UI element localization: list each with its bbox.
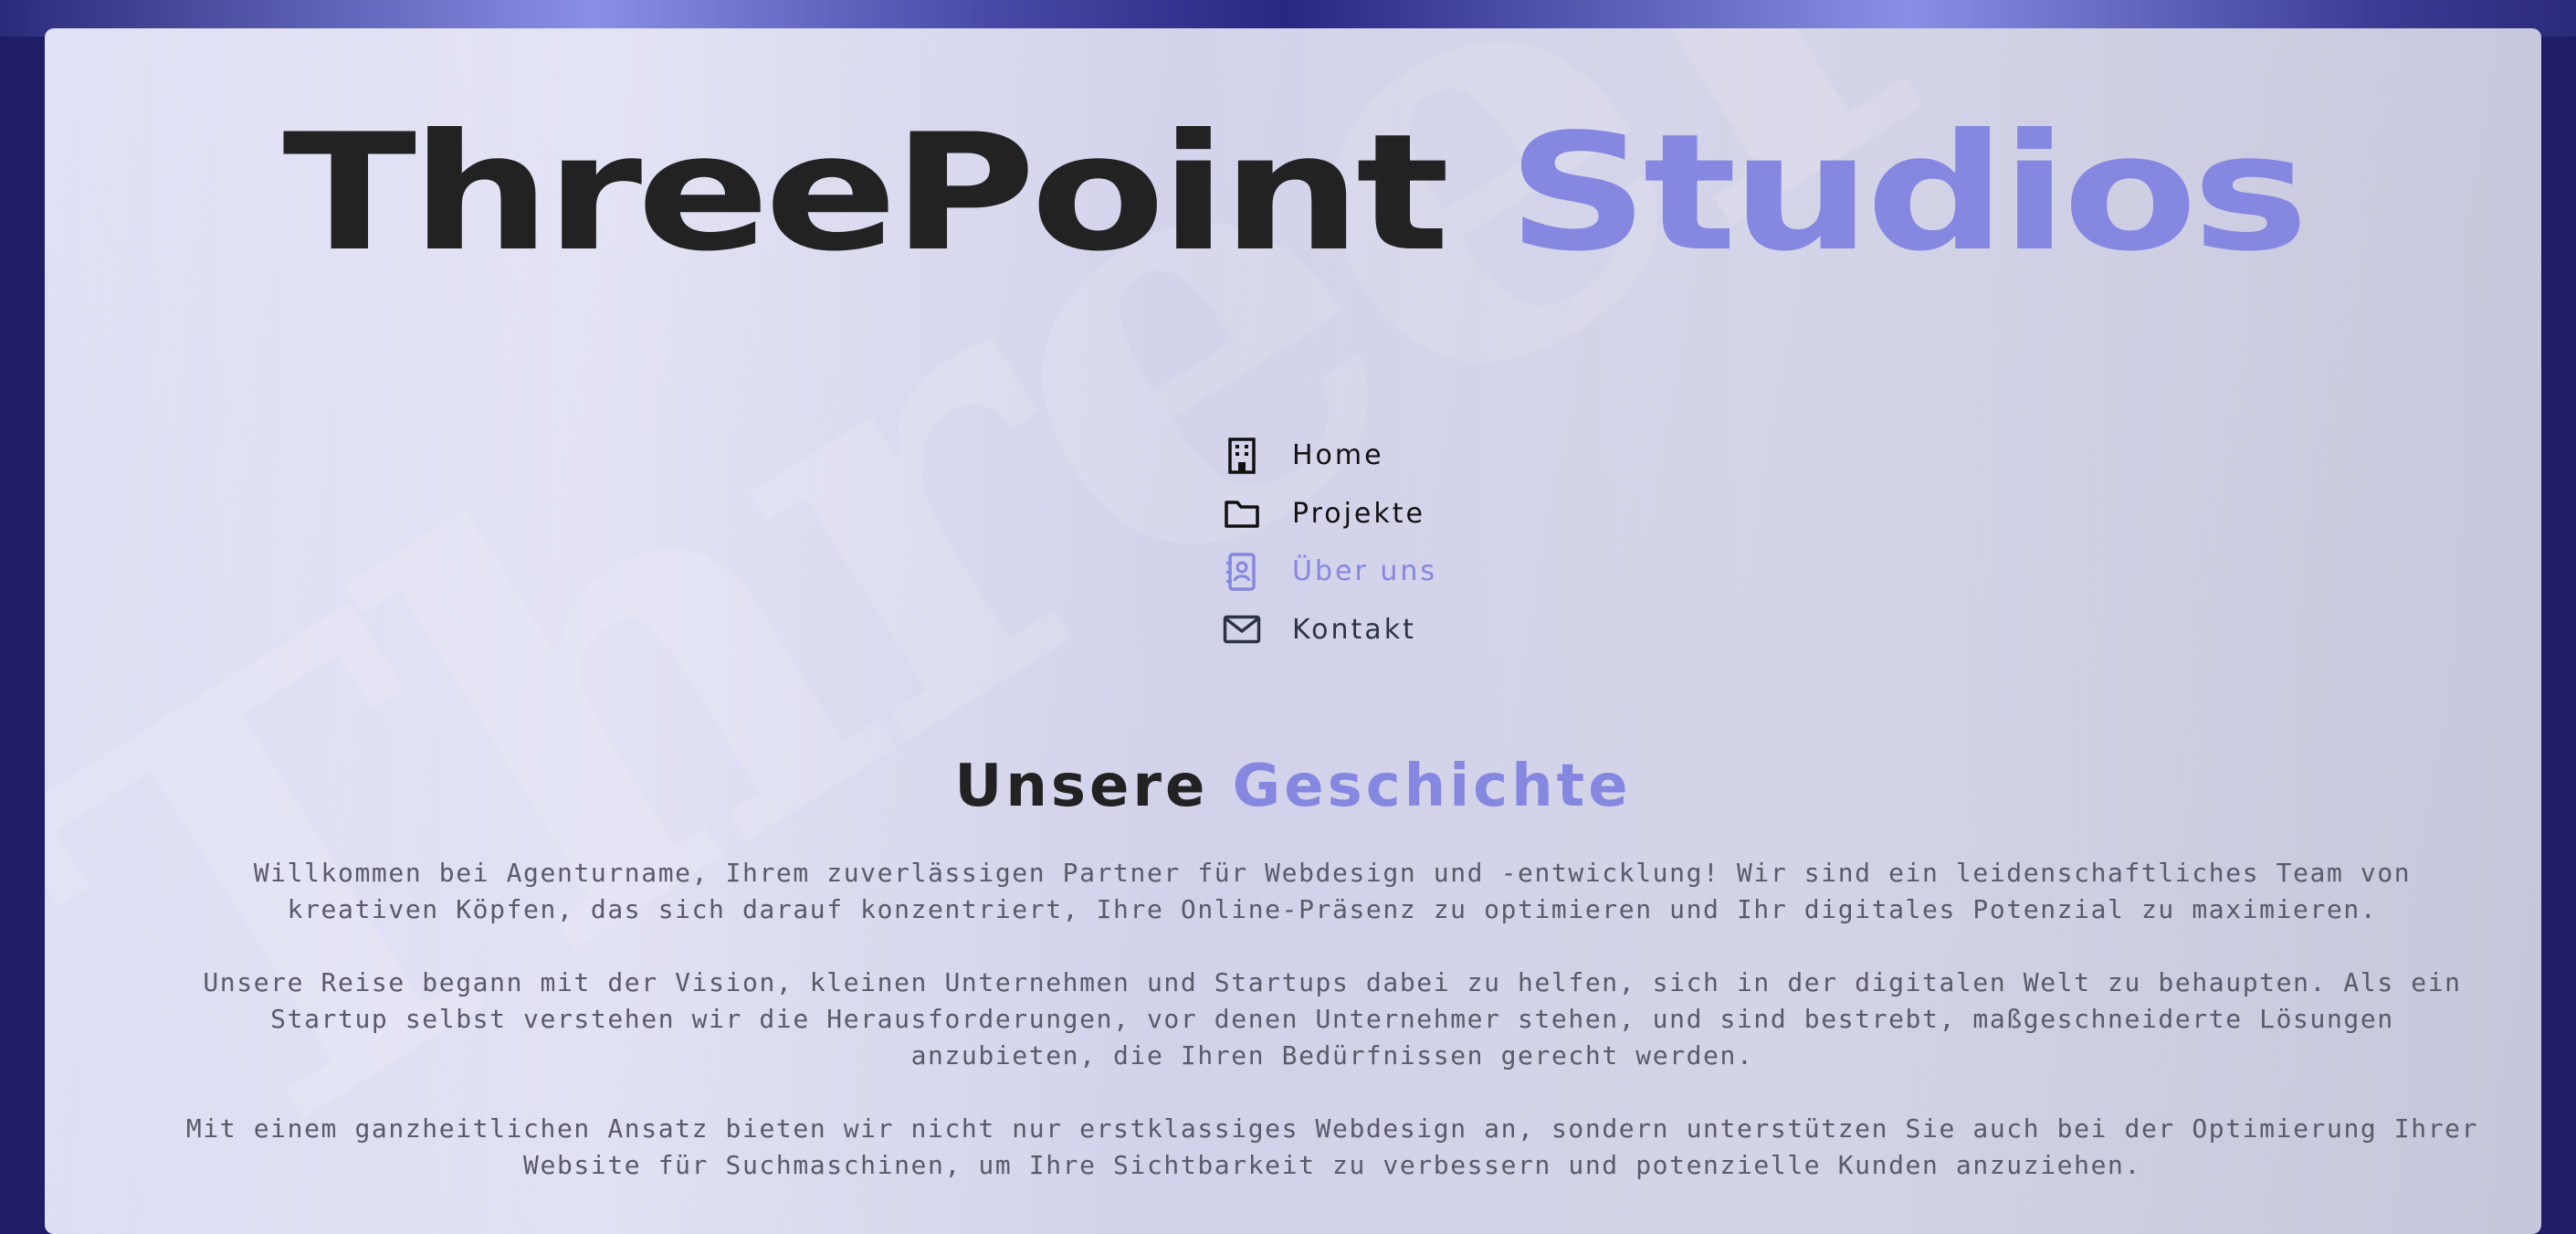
envelope-icon — [1223, 610, 1261, 649]
logo-part1: ThreePoint — [282, 98, 1449, 287]
nav-label-home: Home — [1292, 439, 1384, 472]
section-title: Unsere Geschichte — [45, 743, 2541, 830]
logo-part2: Studios — [1507, 98, 2309, 287]
nav-label-projekte: Projekte — [1292, 497, 1425, 530]
address-book-icon — [1223, 553, 1261, 591]
main-navigation: Home Projekte Über uns Kontakt — [1223, 427, 1588, 659]
nav-item-ueber-uns[interactable]: Über uns — [1223, 543, 1588, 601]
paragraph-2: Unsere Reise begann mit der Vision, klei… — [203, 967, 2462, 1071]
paragraph-1: Willkommen bei Agenturname, Ihrem zuverl… — [253, 858, 2412, 924]
main-panel: ThreePoint ThreePoint Studios Home Proje… — [45, 28, 2541, 1234]
section-title-part1: Unsere — [954, 753, 1209, 820]
nav-item-projekte[interactable]: Projekte — [1223, 485, 1588, 543]
about-content: Willkommen bei Agenturname, Ihrem zuverl… — [173, 855, 2492, 1220]
section-title-part2: Geschichte — [1232, 753, 1632, 820]
site-logo[interactable]: ThreePoint Studios — [45, 107, 2541, 279]
nav-label-kontakt: Kontakt — [1292, 613, 1416, 646]
nav-item-kontakt[interactable]: Kontakt — [1223, 601, 1588, 659]
folder-icon — [1223, 494, 1261, 533]
nav-label-ueber-uns: Über uns — [1292, 555, 1437, 588]
paragraph-3: Mit einem ganzheitlichen Ansatz bieten w… — [185, 1113, 2479, 1180]
building-icon — [1223, 437, 1261, 475]
nav-item-home[interactable]: Home — [1223, 427, 1588, 485]
